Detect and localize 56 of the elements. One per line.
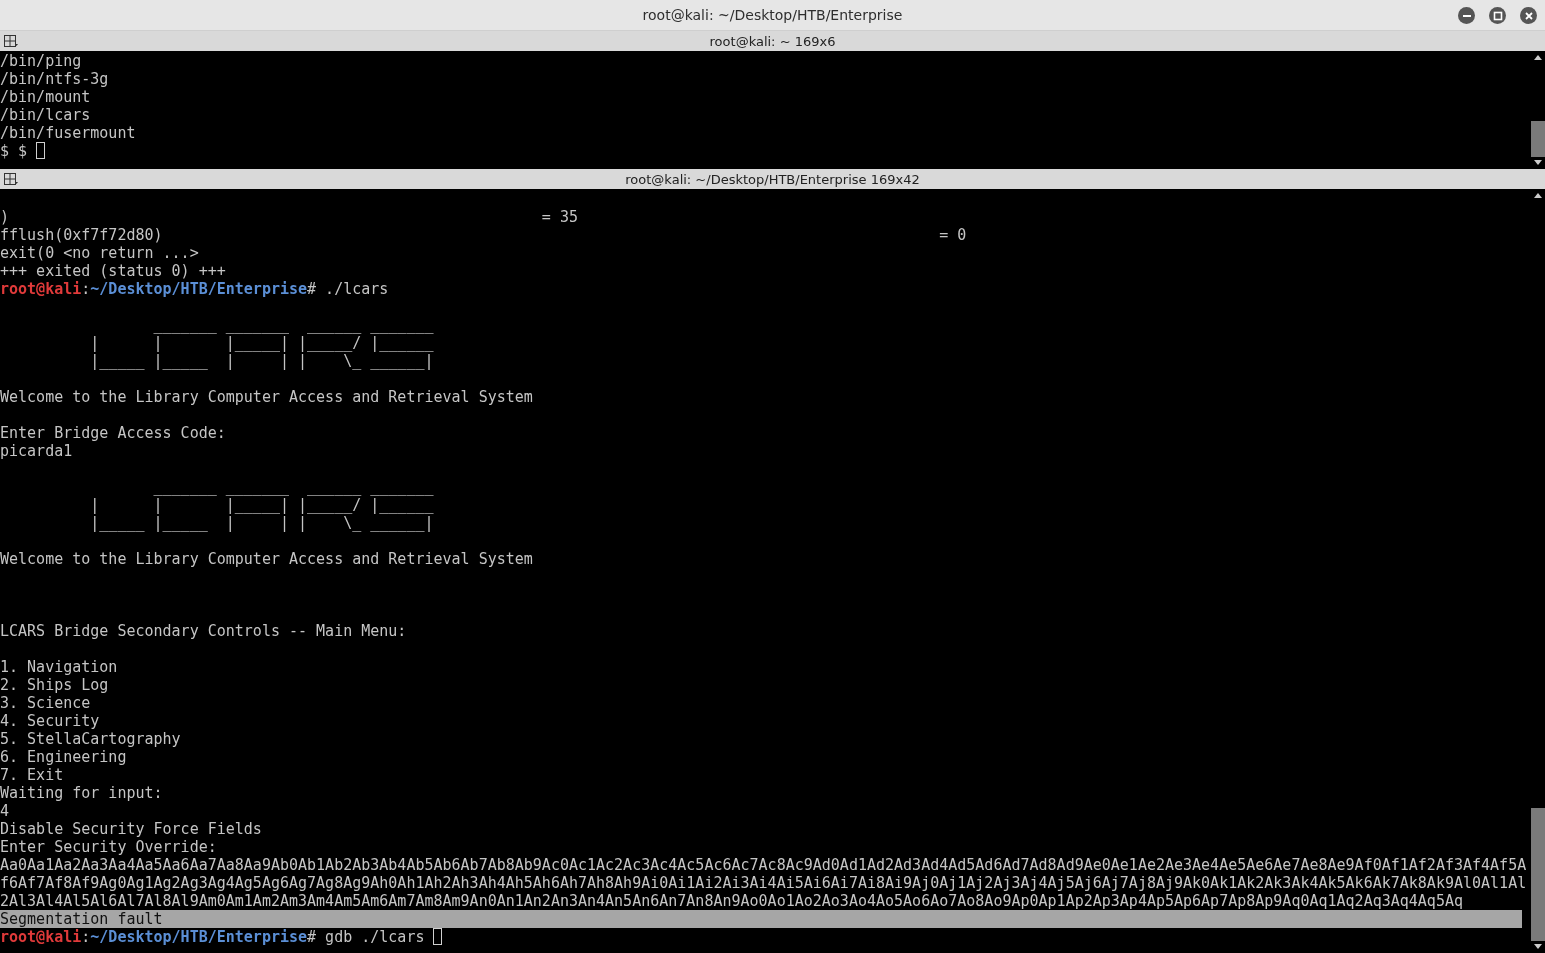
terminal-line: f6Af7Af8Af9Ag0Ag1Ag2Ag3Ag4Ag5Ag6Ag7Ag8Ag9Ah0Ah1Ah2Ah3Ah4Ah5Ah6Ah7Ah8Ah9Ai0Ai1Ai2Ai3Ai4Ai5Ai6Ai7Ai8Ai9Aj0Aj1Aj2Aj3Aj4Aj5Aj6Aj7Aj8Aj9Ak0Ak1Ak2Ak3Ak4Ak5Ak6Ak7Ak8Ak9Al0Al1Al xyxy=(0,874,1527,892)
prompt-user: root@kali xyxy=(0,280,82,298)
terminal-line: Welcome to the Library Computer Access and Retrieval System xyxy=(0,388,533,406)
terminal-line: /bin/lcars xyxy=(0,106,91,124)
scroll-up-arrow-icon[interactable] xyxy=(1534,54,1542,60)
minimize-button[interactable] xyxy=(1458,7,1475,24)
pane-title: root@kali: ~/Desktop/HTB/Enterprise 169x42 xyxy=(625,171,920,187)
terminal-line: picarda1 xyxy=(0,442,73,460)
terminal-line: Aa0Aa1Aa2Aa3Aa4Aa5Aa6Aa7Aa8Aa9Ab0Ab1Ab2Ab3Ab4Ab5Ab6Ab7Ab8Ab9Ac0Ac1Ac2Ac3Ac4Ac5Ac6Ac7Ac8Ac9Ad0Ad1Ad2Ad3Ad4Ad5Ad6Ad7Ad8Ad9Ae0Ae1Ae2Ae3Ae4Ae5Ae6Ae7Ae8Ae9Af0Af1Af2Af3Af4Af5A xyxy=(0,856,1527,874)
command-text: # ./lcars xyxy=(307,280,389,298)
selected-text: Segmentation fault xyxy=(0,910,1522,928)
terminal-line: $ $ xyxy=(0,142,28,160)
terminal-line: 4 xyxy=(0,802,10,820)
scroll-down-arrow-icon[interactable] xyxy=(1534,160,1542,166)
square-icon xyxy=(1492,10,1503,21)
terminal-line: /bin/mount xyxy=(0,88,91,106)
pane-title: root@kali: ~ 169x6 xyxy=(709,33,836,49)
terminal-line: 2Al3Al4Al5Al6Al7Al8Al9Am0Am1Am2Am3Am4Am5Am6Am7Am8Am9An0An1An2An3An4An5An6An7An8An9Ao0Ao1Ao2Ao3Ao4Ao5Ao6Ao7Ao8Ao9Ap0Ap1Ap2Ap3Ap4Ap5Ap6Ap7Ap8Ap9Aq0Aq1Aq2Aq3Aq4Aq5Aq xyxy=(0,892,1463,910)
command-text: # gdb ./lcars xyxy=(307,928,425,946)
terminal-line: LCARS Bridge Secondary Controls -- Main Menu: xyxy=(0,622,407,640)
terminal-line: ) = 35 xyxy=(0,208,578,226)
prompt-path: ~/Desktop/HTB/Enterprise xyxy=(90,928,308,946)
prompt-separator: : xyxy=(81,280,91,298)
terminal-line: /bin/ntfs-3g xyxy=(0,70,109,88)
terminal-line: Enter Bridge Access Code: xyxy=(0,424,226,442)
terminal-line: 7. Exit xyxy=(0,766,64,784)
terminal-line: /bin/fusermount xyxy=(0,124,136,142)
terminal-line: Waiting for input: xyxy=(0,784,163,802)
terminal-line: Welcome to the Library Computer Access and Retrieval System xyxy=(0,550,533,568)
terminal-line: +++ exited (status 0) +++ xyxy=(0,262,226,280)
terminal-line: fflush(0xf7f72d80) = 0 xyxy=(0,226,967,244)
ascii-art-text: _______ _______ ______ _______ | | |_____| |_____/ |______ |_____ |_____ | | | \_ ______| xyxy=(89,316,434,370)
scroll-down-arrow-icon[interactable] xyxy=(1534,944,1542,950)
terminal-line: 1. Navigation xyxy=(0,658,118,676)
close-button[interactable] xyxy=(1520,7,1537,24)
terminal-line: 3. Science xyxy=(0,694,91,712)
maximize-button[interactable] xyxy=(1489,7,1506,24)
terminal-line: 4. Security xyxy=(0,712,100,730)
terminal-line: Disable Security Force Fields xyxy=(0,820,262,838)
terminal-line: 5. StellaCartography xyxy=(0,730,181,748)
scrollbar-thumb[interactable] xyxy=(1531,807,1545,941)
terminal-line: Enter Security Override: xyxy=(0,838,217,856)
terminal-line: 6. Engineering xyxy=(0,748,127,766)
split-pane-icon[interactable] xyxy=(4,173,18,185)
prompt-separator: : xyxy=(81,928,91,946)
terminal-line: /bin/ping xyxy=(0,52,82,70)
terminal-line: 2. Ships Log xyxy=(0,676,109,694)
prompt-path: ~/Desktop/HTB/Enterprise xyxy=(90,280,308,298)
split-pane-icon[interactable] xyxy=(4,35,18,47)
window-title: root@kali: ~/Desktop/HTB/Enterprise xyxy=(642,7,903,23)
scroll-up-arrow-icon[interactable] xyxy=(1534,192,1542,198)
prompt-user: root@kali xyxy=(0,928,82,946)
terminal-line: exit(0 <no return ...> xyxy=(0,244,199,262)
scrollbar-thumb[interactable] xyxy=(1531,121,1545,157)
close-icon xyxy=(1523,10,1534,21)
ascii-art-text: _______ _______ ______ _______ | | |_____| |_____/ |______ |_____ |_____ | | | \_ ______| xyxy=(89,478,434,532)
